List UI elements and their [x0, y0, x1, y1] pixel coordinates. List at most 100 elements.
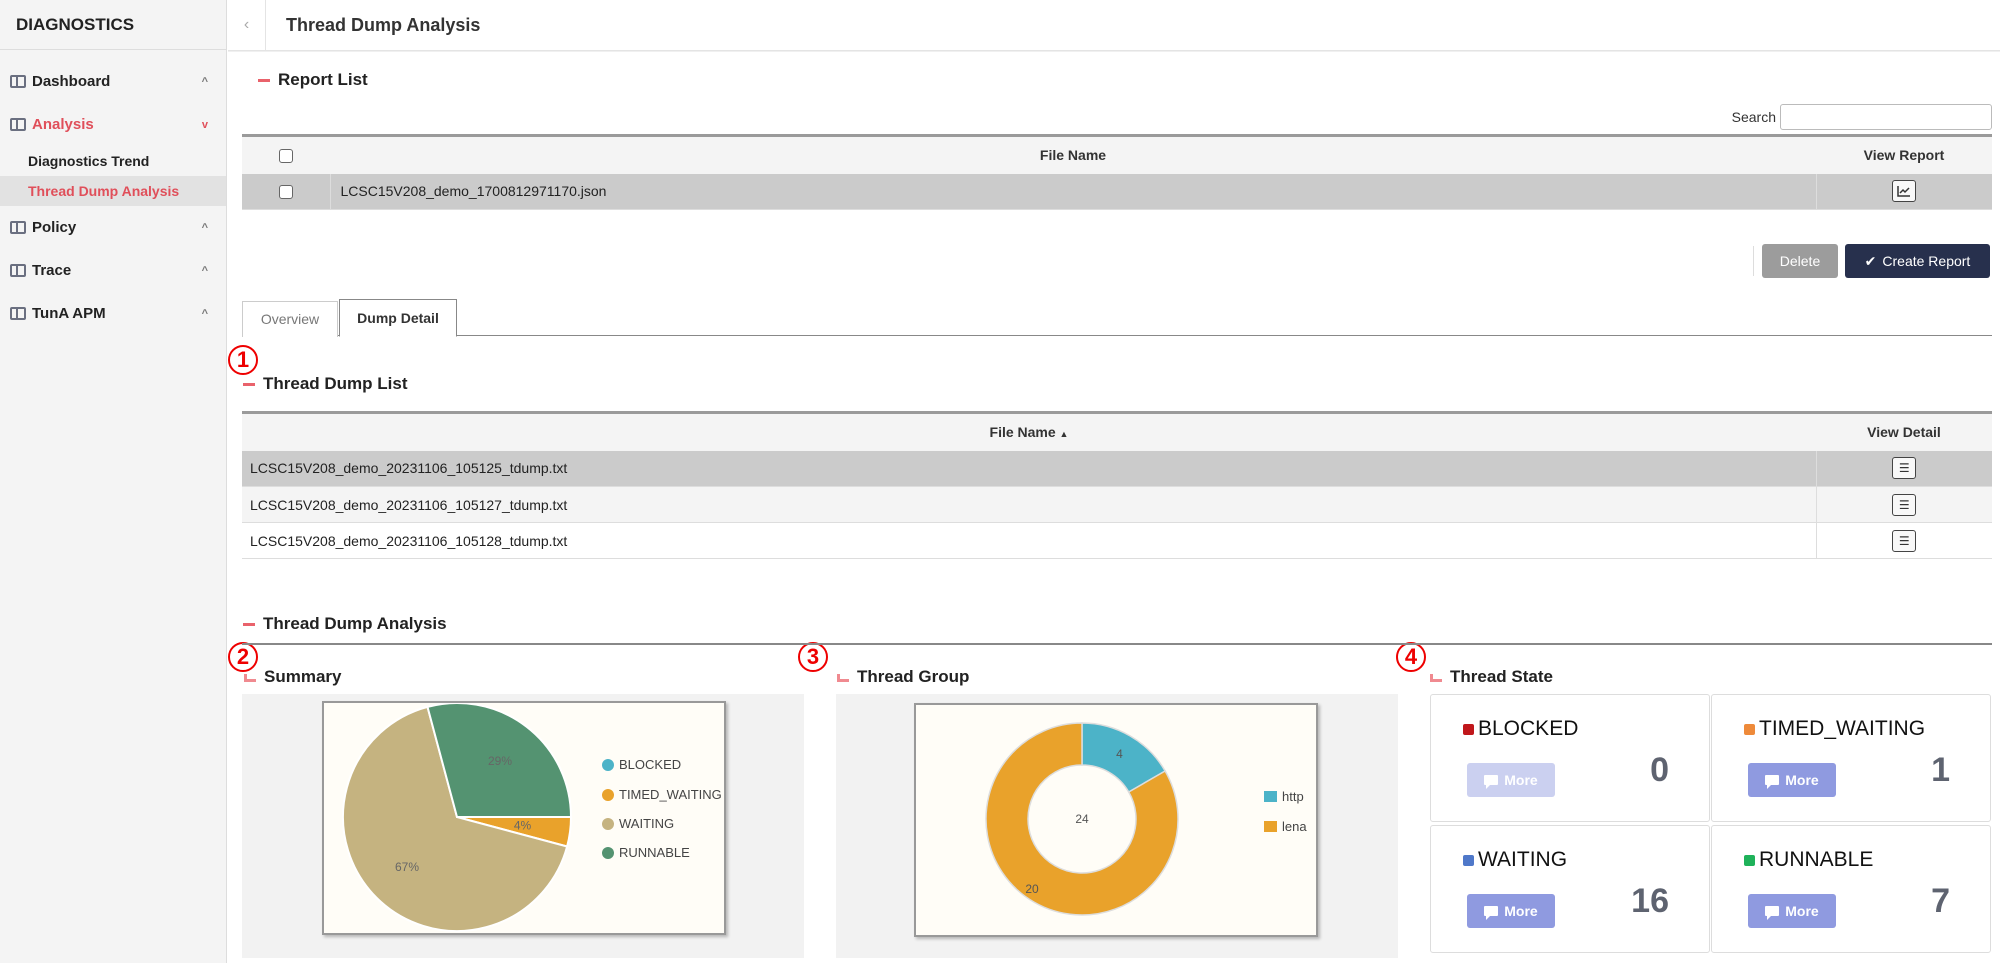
section-dash-icon: [258, 78, 270, 82]
table-row[interactable]: LCSC15V208_demo_20231106_105127_tdump.tx…: [242, 486, 1992, 523]
row-checkbox[interactable]: [278, 185, 293, 200]
sidebar-subitem-thread-dump-analysis[interactable]: Thread Dump Analysis: [0, 176, 226, 206]
create-report-label: Create Report: [1882, 253, 1971, 269]
thread-group-donut-chart: 4 20 24: [985, 722, 1179, 916]
list-icon[interactable]: ☰: [1892, 493, 1917, 516]
thread-group-chart: 4 20 24 http lena: [914, 703, 1318, 937]
tab-overview[interactable]: Overview: [242, 300, 338, 337]
corner-icon: [244, 674, 256, 682]
column-header-view-detail: View Detail: [1816, 412, 1992, 451]
thread-group-panel: 4 20 24 http lena: [836, 694, 1398, 958]
delete-button[interactable]: Delete: [1762, 244, 1838, 278]
collapse-sidebar-button[interactable]: ‹: [228, 0, 266, 51]
sidebar-item-dashboard[interactable]: Dashboard ^: [0, 60, 226, 103]
chart-line-icon[interactable]: [1892, 180, 1917, 203]
comment-icon: [1484, 775, 1499, 789]
section-title-text: Thread Dump List: [263, 374, 408, 393]
search-input[interactable]: [1780, 104, 1992, 130]
more-button[interactable]: More: [1748, 763, 1836, 797]
select-all-checkbox[interactable]: [279, 149, 293, 164]
sidebar-item-policy[interactable]: Policy ^: [0, 206, 226, 249]
more-label: More: [1785, 903, 1819, 919]
annotation-marker-3: 3: [798, 642, 828, 672]
report-list-title: Report List: [258, 70, 368, 90]
table-row[interactable]: LCSC15V208_demo_20231106_105125_tdump.tx…: [242, 450, 1992, 487]
file-name-cell: LCSC15V208_demo_20231106_105127_tdump.tx…: [242, 486, 1816, 523]
more-button[interactable]: More: [1467, 894, 1555, 928]
thread-dump-table: File Name ▲ View Detail LCSC15V208_demo_…: [242, 411, 1992, 559]
state-count: 1: [1931, 751, 1950, 789]
column-header-file-name[interactable]: File Name ▲: [242, 412, 1816, 451]
legend-label: TIMED_WAITING: [619, 787, 722, 802]
state-card-waiting: WAITING More 16: [1430, 825, 1710, 953]
donut-label: 4: [1116, 747, 1123, 761]
donut-center-label: 24: [1075, 812, 1089, 826]
sidebar-item-label: Trace: [32, 262, 72, 279]
section-title-text: Report List: [278, 70, 368, 89]
state-name: TIMED_WAITING: [1744, 717, 1925, 741]
page-title: Thread Dump Analysis: [286, 14, 481, 35]
subsection-title-text: Thread Group: [857, 667, 970, 686]
state-color-swatch: [1744, 854, 1755, 866]
state-color-swatch: [1463, 723, 1474, 735]
create-report-button[interactable]: ✔ Create Report: [1845, 244, 1990, 278]
divider: [1753, 246, 1754, 276]
legend-swatch: [602, 758, 614, 771]
column-header-file-name[interactable]: File Name: [330, 135, 1816, 174]
state-card-blocked: BLOCKED More 0: [1430, 694, 1710, 822]
chevron-up-icon: ^: [201, 75, 208, 88]
divider: [242, 643, 1992, 645]
pie-label: 4%: [514, 819, 532, 833]
list-icon[interactable]: ☰: [1892, 529, 1917, 552]
more-button[interactable]: More: [1467, 763, 1555, 797]
more-button[interactable]: More: [1748, 894, 1836, 928]
comment-icon: [1765, 775, 1780, 789]
sidebar-item-trace[interactable]: Trace ^: [0, 249, 226, 292]
pie-label: 67%: [395, 860, 419, 874]
section-dash-icon: [243, 382, 255, 386]
more-label: More: [1785, 772, 1819, 788]
legend-swatch: [602, 846, 614, 859]
sidebar-item-tuna-apm[interactable]: TunA APM ^: [0, 292, 226, 335]
legend-swatch: [1264, 791, 1277, 802]
sidebar-subitem-diagnostics-trend[interactable]: Diagnostics Trend: [0, 146, 226, 176]
legend-item-blocked: BLOCKED: [602, 757, 681, 772]
panel-icon: [10, 75, 26, 88]
state-name: RUNNABLE: [1744, 848, 1873, 872]
check-icon: ✔: [1864, 252, 1877, 269]
corner-icon: [1430, 674, 1442, 682]
subsection-title-text: Summary: [264, 667, 342, 686]
tab-bar: Overview Dump Detail: [242, 298, 1992, 337]
annotation-marker-1: 1: [228, 345, 258, 375]
list-icon[interactable]: ☰: [1892, 457, 1917, 480]
column-header-view-report: View Report: [1816, 135, 1992, 174]
sidebar: DIAGNOSTICS Dashboard ^ Analysis v Diagn…: [0, 0, 227, 963]
sidebar-item-analysis[interactable]: Analysis v: [0, 103, 226, 146]
tab-dump-detail[interactable]: Dump Detail: [339, 298, 457, 337]
state-label: RUNNABLE: [1759, 848, 1874, 871]
table-row[interactable]: LCSC15V208_demo_20231106_105128_tdump.tx…: [242, 522, 1992, 559]
state-card-timed-waiting: TIMED_WAITING More 1: [1711, 694, 1991, 822]
column-header-label: File Name: [989, 424, 1056, 441]
thread-dump-analysis-title: Thread Dump Analysis: [243, 614, 447, 634]
state-name: BLOCKED: [1463, 717, 1578, 741]
main-content: ‹ Thread Dump Analysis Report List Searc…: [228, 0, 2000, 963]
state-count: 0: [1650, 751, 1669, 789]
view-detail-cell: ☰: [1815, 450, 1992, 487]
donut-label: 20: [1025, 882, 1039, 896]
state-label: TIMED_WAITING: [1759, 717, 1926, 740]
summary-panel: 4% 67% 29% BLOCKED TIMED_WAITING WAITING R…: [242, 694, 804, 958]
comment-icon: [1484, 906, 1499, 920]
chevron-up-icon: ^: [201, 307, 208, 320]
state-label: WAITING: [1478, 848, 1568, 871]
view-detail-cell: ☰: [1815, 522, 1992, 559]
subsection-title-text: Thread State: [1450, 667, 1553, 686]
table-row[interactable]: LCSC15V208_demo_1700812971170.json: [242, 173, 1992, 210]
sort-asc-icon: ▲: [1059, 429, 1069, 440]
legend-label: WAITING: [619, 816, 675, 831]
state-name: WAITING: [1463, 848, 1567, 872]
chevron-left-icon: ‹: [243, 16, 250, 33]
select-all-cell: [242, 135, 330, 174]
more-label: More: [1504, 903, 1538, 919]
state-color-swatch: [1744, 723, 1755, 735]
